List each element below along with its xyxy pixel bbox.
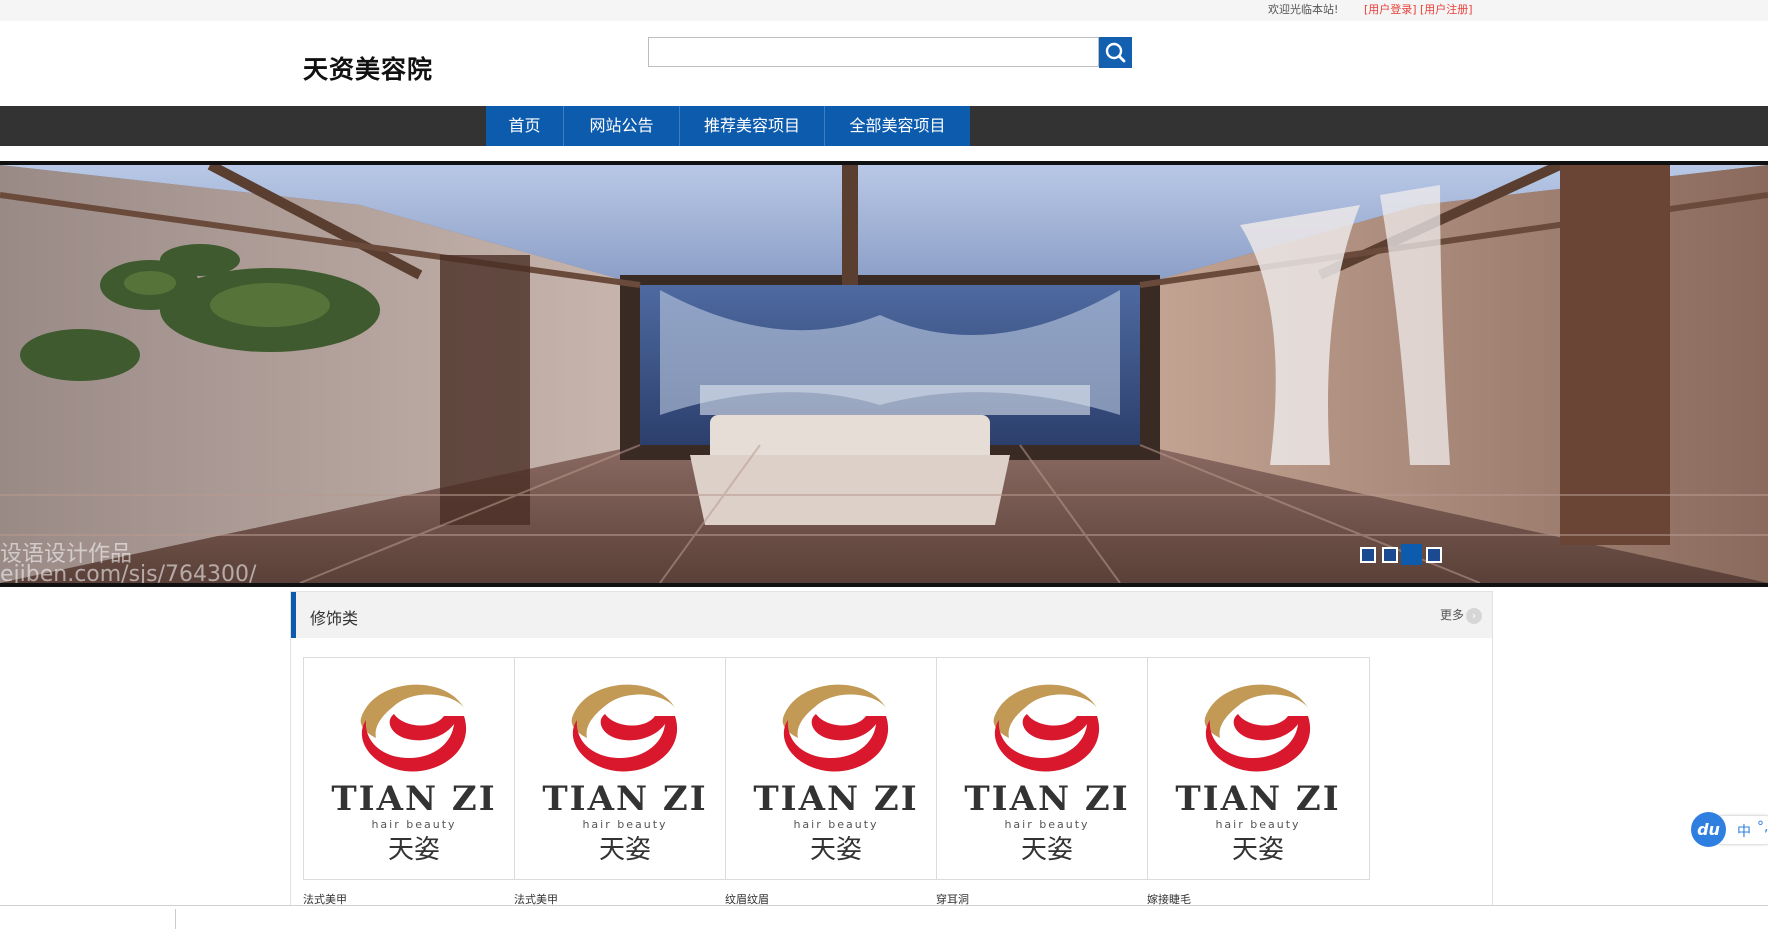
banner-watermark: 设语设计作品 ejiben.com/sjs/764300/ [0,544,257,587]
watermark-line-2: ejiben.com/sjs/764300/ [0,562,257,587]
banner-image [0,165,1768,583]
top-bar: 欢迎光临本站! [用户登录] [用户注册] [0,0,1768,21]
main-nav: 首页 网站公告 推荐美容项目 全部美容项目 [0,106,1768,146]
brand-logo: TIAN ZIhair beauty 天姿 [1175,684,1340,865]
login-link[interactable]: [用户登录] [1364,1,1417,17]
logo-sub-text: hair beauty [582,818,667,831]
logo-sub-text: hair beauty [1215,818,1300,831]
section-header: 修饰类 更多 › [291,592,1492,638]
brand-logo: TIAN ZIhair beauty 天姿 [964,684,1129,865]
nav-home[interactable]: 首页 [486,106,563,146]
welcome-text: 欢迎光临本站! [1268,3,1339,16]
more-link[interactable]: 更多 › [1440,606,1482,624]
ime-widget[interactable]: du 中 °, [1691,812,1768,848]
logo-cn-text: 天姿 [1232,835,1284,865]
logo-sub-text: hair beauty [1004,818,1089,831]
site-logo[interactable]: 天资美容院 [303,50,433,86]
search-input[interactable] [648,37,1099,67]
brand-logo: TIAN ZIhair beauty 天姿 [331,684,496,865]
more-label: 更多 [1439,608,1464,622]
product-card[interactable]: TIAN ZI hair beauty 天姿 [725,657,948,880]
logo-cn-text: 天姿 [388,835,440,865]
brand-logo: TIAN ZIhair beauty 天姿 [753,684,918,865]
product-card[interactable]: TIAN ZI hair beauty 天姿 [303,657,526,880]
logo-main-text: TIAN ZI [1175,779,1340,819]
logo-main-text: TIAN ZI [964,779,1129,819]
section-title: 修饰类 [310,609,359,628]
slide-dot-3[interactable] [1401,544,1422,565]
logo-sub-text: hair beauty [371,818,456,831]
logo-main-text: TIAN ZI [331,779,496,819]
hero-banner[interactable]: 设语设计作品 ejiben.com/sjs/764300/ [0,161,1768,587]
category-section: 修饰类 更多 › TIAN ZI hair beauty 天姿 法式美甲 TIAN ZI h… [290,591,1493,906]
logo-cn-text: 天姿 [810,835,862,865]
nav-recommended[interactable]: 推荐美容项目 [680,106,824,146]
divider [175,909,176,929]
product-card[interactable]: TIAN ZI hair beauty 天姿 [1147,657,1370,880]
slide-dot-4[interactable] [1426,547,1442,563]
nav-all-items[interactable]: 全部美容项目 [825,106,970,146]
product-card[interactable]: TIAN ZI hair beauty 天姿 [514,657,737,880]
chevron-right-icon: › [1466,607,1482,624]
logo-cn-text: 天姿 [1021,835,1073,865]
product-card[interactable]: TIAN ZI hair beauty 天姿 [936,657,1159,880]
ime-punct[interactable]: °, [1757,819,1768,835]
bottom-bar [0,905,1768,930]
logo-sub-text: hair beauty [793,818,878,831]
search-icon [1105,42,1126,63]
logo-main-text: TIAN ZI [753,779,918,819]
register-link[interactable]: [用户注册] [1420,1,1473,17]
logo-cn-text: 天姿 [599,835,651,865]
slide-dot-2[interactable] [1382,547,1398,563]
ime-mode[interactable]: 中 [1737,821,1751,841]
logo-main-text: TIAN ZI [542,779,707,819]
brand-logo: TIAN ZIhair beauty 天姿 [542,684,707,865]
baidu-ime-icon[interactable]: du [1691,812,1726,847]
nav-announcements[interactable]: 网站公告 [564,106,679,146]
search-button[interactable] [1099,37,1132,68]
slide-dot-1[interactable] [1360,547,1376,563]
